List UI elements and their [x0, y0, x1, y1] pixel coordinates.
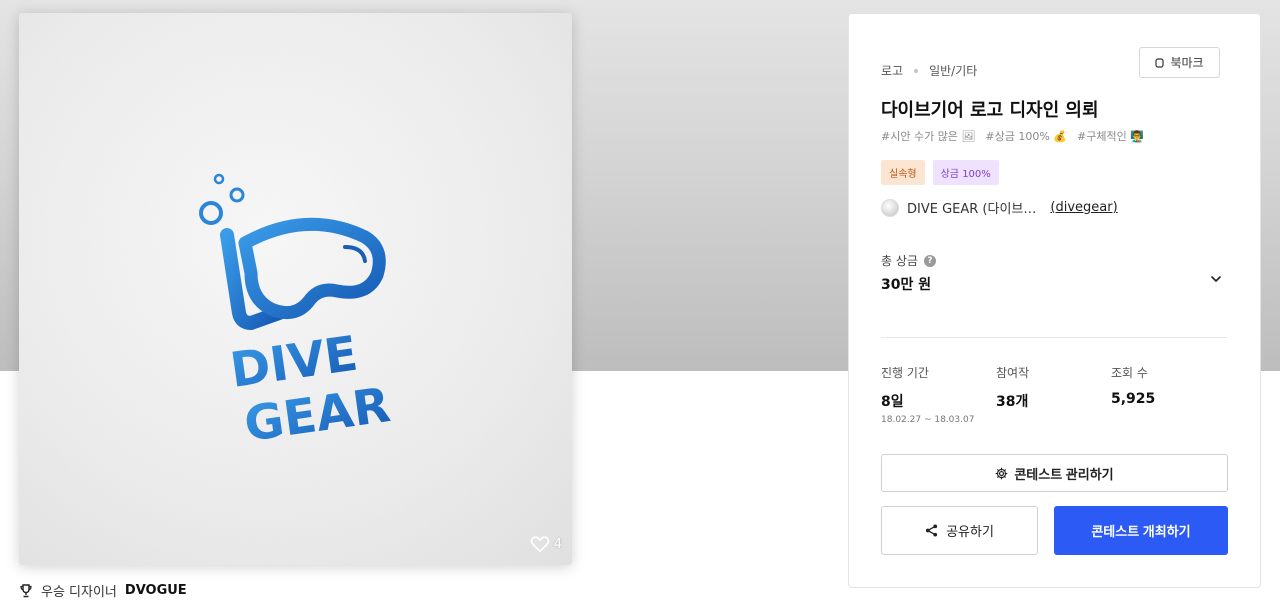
- bookmark-icon: [1155, 57, 1165, 68]
- prize-badge: 상금 100%: [932, 160, 999, 185]
- stat-views: 조회 수 5,925: [1111, 364, 1155, 407]
- stat-label: 조회 수: [1111, 366, 1148, 380]
- hashtag-list: #시안 수가 많은 🖼 #상금 100% 💰 #구체적인 👨‍🏫: [881, 128, 1144, 144]
- bookmark-button[interactable]: 북마크: [1139, 47, 1220, 78]
- winning-design-image[interactable]: DIVE GEAR 4: [19, 13, 572, 565]
- period-range: 18.02.27 ~ 18.03.07: [881, 415, 975, 425]
- bubble-medium: [229, 187, 245, 203]
- breadcrumb-category[interactable]: 로고: [881, 62, 903, 79]
- help-icon[interactable]: ?: [923, 254, 936, 267]
- share-button-label: 공유하기: [946, 524, 994, 539]
- prize-label-text: 총 상금: [881, 254, 918, 268]
- bubble-large: [199, 201, 223, 225]
- stat-label: 진행 기간: [881, 366, 929, 380]
- host-id-link[interactable]: (divegear): [1050, 200, 1117, 215]
- hashtag[interactable]: #시안 수가 많은 🖼: [881, 128, 975, 144]
- breadcrumb-separator: [914, 68, 919, 73]
- total-prize-label: 총 상금 ?: [881, 252, 936, 269]
- mask-glint: [343, 245, 367, 263]
- share-icon: [926, 524, 938, 537]
- winner-label: 우승 디자이너: [41, 585, 117, 600]
- stat-entries: 참여작 38개: [996, 364, 1029, 411]
- stat-label: 참여작: [996, 366, 1030, 380]
- bubble-small: [213, 173, 225, 185]
- contest-info-panel: 로고 일반/기타 북마크 다이브기어 로고 디자인 의뢰 #시안 수가 많은 🖼…: [848, 13, 1261, 588]
- gear-icon: [995, 467, 1008, 479]
- stat-value: 38개: [996, 394, 1029, 410]
- contest-tags: 실속형 상금 100%: [881, 160, 999, 185]
- bookmark-label: 북마크: [1170, 56, 1204, 70]
- hashtag[interactable]: #상금 100% 💰: [985, 128, 1067, 144]
- host-info: DIVE GEAR (다이브… (divegear): [881, 198, 1118, 217]
- like-count: 4: [553, 536, 562, 552]
- open-button-label: 콘테스트 개최하기: [1091, 524, 1191, 539]
- breadcrumb: 로고 일반/기타: [881, 62, 977, 79]
- hashtag[interactable]: #구체적인 👨‍🏫: [1077, 128, 1144, 144]
- share-button[interactable]: 공유하기: [881, 506, 1038, 555]
- stat-value: 8일: [881, 394, 904, 410]
- trophy-icon: [20, 583, 32, 597]
- manage-contest-button[interactable]: 콘테스트 관리하기: [881, 454, 1228, 492]
- contest-type-badge: 실속형: [881, 160, 925, 185]
- manage-button-label: 콘테스트 관리하기: [1014, 466, 1114, 482]
- winner-info: 우승 디자이너 DVOGUE: [19, 581, 187, 600]
- dive-mask: [238, 217, 386, 320]
- heart-icon: [530, 536, 550, 553]
- dive-gear-logo: DIVE GEAR: [199, 173, 394, 453]
- chevron-down-icon[interactable]: [1209, 272, 1223, 286]
- like-button[interactable]: 4: [530, 535, 562, 553]
- stat-period: 진행 기간 8일 18.02.27 ~ 18.03.07: [881, 364, 974, 425]
- avatar: [881, 198, 899, 217]
- open-contest-button[interactable]: 콘테스트 개최하기: [1054, 506, 1228, 555]
- total-prize-value: 30만 원: [881, 277, 932, 293]
- stat-value: 5,925: [1111, 391, 1156, 407]
- winner-name[interactable]: DVOGUE: [125, 583, 187, 598]
- host-name: DIVE GEAR (다이브…: [907, 202, 1037, 217]
- divider: [881, 337, 1227, 338]
- contest-title: 다이브기어 로고 디자인 의뢰: [881, 100, 1099, 121]
- breadcrumb-subcategory[interactable]: 일반/기타: [929, 62, 977, 79]
